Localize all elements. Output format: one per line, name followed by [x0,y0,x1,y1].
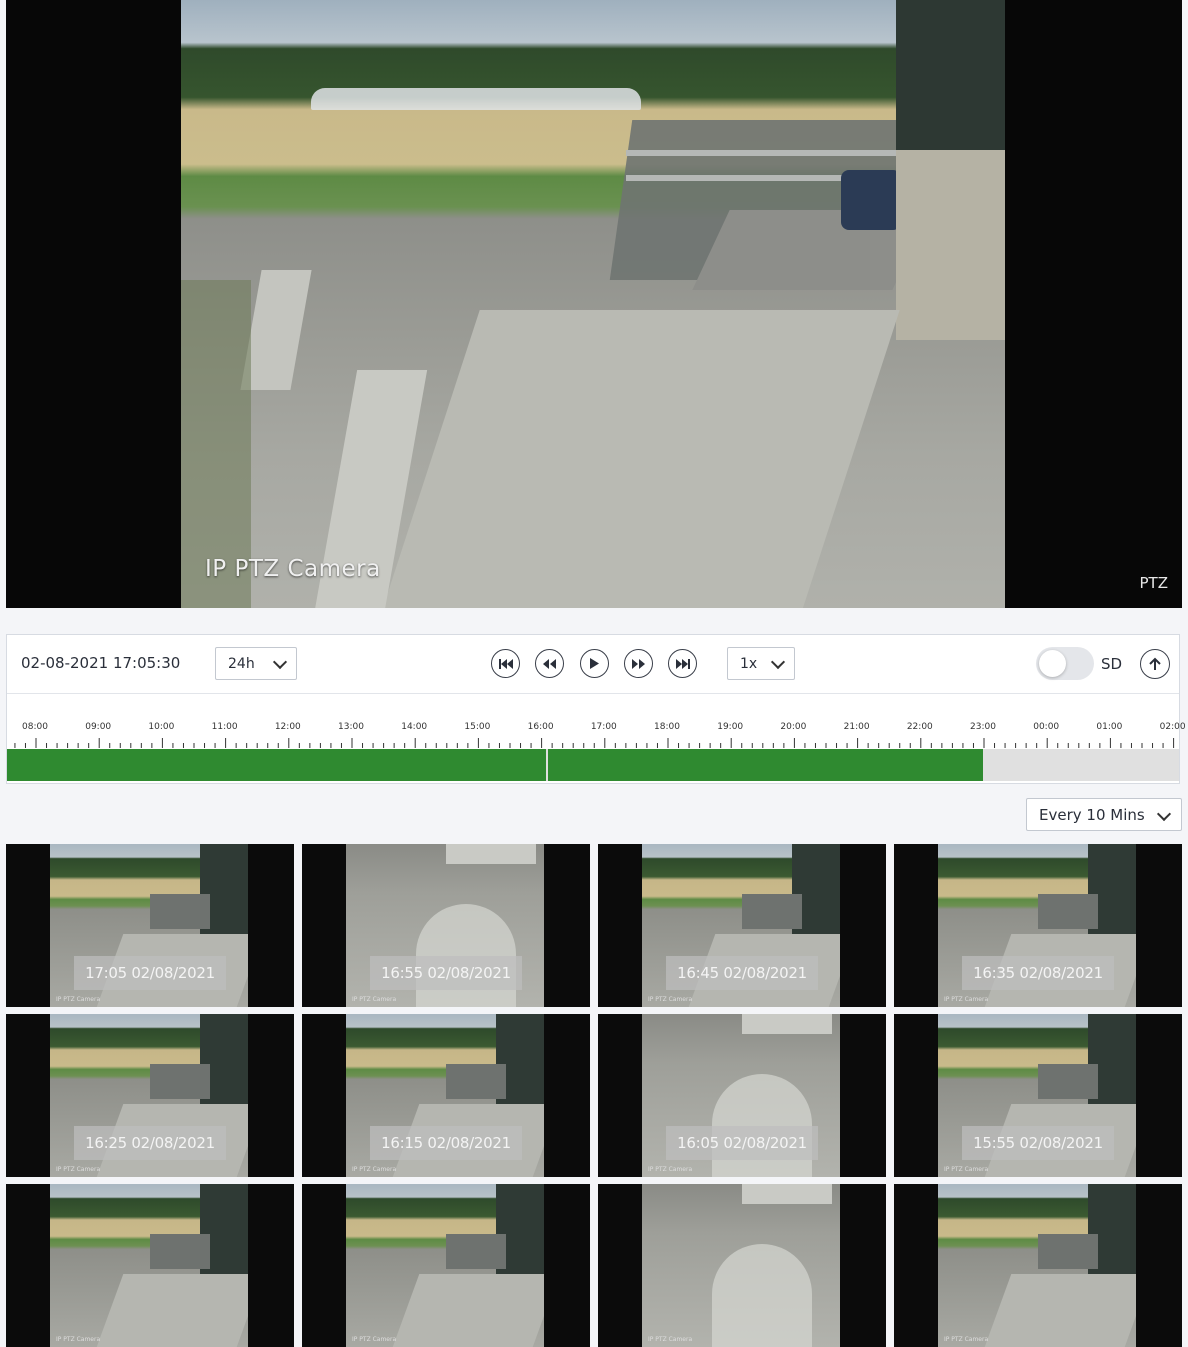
thumbnail-card[interactable]: IP PTZ Camera [894,1184,1182,1347]
control-row: 02-08-2021 17:05:30 24h 1x SD [7,635,1179,694]
thumbnail-timestamp: 16:45 02/08/2021 [666,956,818,990]
thumbnail-card[interactable]: IP PTZ Camera 16:25 02/08/2021 [6,1014,294,1177]
timeline-hour-label: 22:00 [906,722,933,732]
timeline-hour-label: 12:00 [274,722,301,732]
scroll-up-button[interactable] [1140,649,1170,679]
thumbnail-timestamp: 17:05 02/08/2021 [74,956,226,990]
quality-label: SD [1101,655,1123,673]
arrow-up-icon [1149,657,1161,670]
play-icon [590,658,599,669]
thumbnail-camera-label: IP PTZ Camera [56,1336,101,1343]
speed-select-value: 1x [740,655,758,672]
thumbnail-camera-label: IP PTZ Camera [648,1336,693,1343]
thumbnail-card[interactable]: IP PTZ Camera [6,1184,294,1347]
timeline-hour-label: 17:00 [590,722,617,732]
timeline-hour-label: 16:00 [527,722,554,732]
thumbnail-camera-label: IP PTZ Camera [944,996,989,1003]
thumbnail-camera-label: IP PTZ Camera [56,996,101,1003]
thumbnail-timestamp: 16:55 02/08/2021 [370,956,522,990]
timeline-hour-label: 02:00 [1159,722,1186,732]
current-datetime: 02-08-2021 17:05:30 [21,654,181,672]
timeline-hour-label: 19:00 [717,722,744,732]
thumbnail-card[interactable]: IP PTZ Camera 16:55 02/08/2021 [302,844,590,1007]
ptz-label[interactable]: PTZ [1140,574,1168,592]
skip-forward-icon [675,658,690,669]
toggle-knob [1039,650,1066,677]
timeline-hour-label: 09:00 [85,722,112,732]
video-frame [181,0,1005,608]
timeline-hour-label: 08:00 [22,722,48,732]
thumbnail-timestamp: 15:55 02/08/2021 [962,1126,1114,1160]
thumbnail-camera-label: IP PTZ Camera [944,1166,989,1173]
quality-toggle[interactable] [1036,647,1094,680]
recorded-segment[interactable] [548,749,983,781]
thumbnail-image [50,1184,248,1347]
thumbnail-camera-label: IP PTZ Camera [56,1166,101,1173]
thumbnail-card[interactable]: IP PTZ Camera 16:35 02/08/2021 [894,844,1182,1007]
fast-forward-button[interactable] [624,649,653,678]
interval-select-value: Every 10 Mins [1039,805,1145,824]
camera-name-overlay: IP PTZ Camera [205,556,381,582]
thumbnail-camera-label: IP PTZ Camera [648,996,693,1003]
skip-back-icon [498,658,513,669]
interval-select[interactable]: Every 10 Mins [1026,798,1182,831]
playback-controls: 02-08-2021 17:05:30 24h 1x SD 08:00 09:0… [6,634,1186,784]
timeline-ticks [14,738,1175,748]
thumbnail-image [346,1184,544,1347]
rewind-icon [543,658,556,669]
timeline-hour-label: 15:00 [464,722,491,732]
thumbnail-card[interactable]: IP PTZ Camera 15:55 02/08/2021 [894,1014,1182,1177]
thumbnail-card[interactable]: IP PTZ Camera [302,1184,590,1347]
skip-to-start-button[interactable] [491,649,520,678]
timeline-hour-label: 21:00 [843,722,870,732]
timeline-track[interactable] [7,749,1179,781]
timeline-hour-label: 00:00 [1033,722,1060,732]
timeline-hour-label: 13:00 [338,722,364,732]
thumbnail-card[interactable]: IP PTZ Camera 16:05 02/08/2021 [598,1014,886,1177]
chevron-down-icon [1156,806,1172,822]
skip-to-end-button[interactable] [668,649,697,678]
thumbnail-timestamp: 16:05 02/08/2021 [666,1126,818,1160]
thumbnail-image [938,1184,1136,1347]
chevron-down-icon [272,654,288,670]
thumbnail-image [642,1184,840,1347]
timeline[interactable]: 08:00 09:00 10:00 11:00 12:00 13:00 14:00 15:00… [7,694,1186,784]
rewind-button[interactable] [535,649,564,678]
thumbnail-card[interactable]: IP PTZ Camera 16:15 02/08/2021 [302,1014,590,1177]
recorded-segment[interactable] [7,749,546,781]
timeline-hour-label: 20:00 [780,722,807,732]
timeline-hour-label: 23:00 [970,722,996,732]
thumbnail-camera-label: IP PTZ Camera [352,1336,397,1343]
chevron-down-icon [770,654,786,670]
timeline-hour-label: 14:00 [401,722,428,732]
fast-forward-icon [632,658,645,669]
timeline-hour-label: 18:00 [654,722,680,732]
thumbnail-camera-label: IP PTZ Camera [352,1166,397,1173]
thumbnail-card[interactable]: IP PTZ Camera 17:05 02/08/2021 [6,844,294,1007]
thumbnail-grid: IP PTZ Camera 17:05 02/08/2021 IP PTZ Came… [6,844,1182,1347]
timeline-hour-label: 10:00 [148,722,175,732]
play-button[interactable] [580,649,609,678]
speed-select[interactable]: 1x [727,647,795,680]
thumbnail-camera-label: IP PTZ Camera [648,1166,693,1173]
range-select-value: 24h [228,655,255,672]
thumbnail-card[interactable]: IP PTZ Camera 16:45 02/08/2021 [598,844,886,1007]
timeline-hour-label: 11:00 [211,722,238,732]
timeline-hour-label: 01:00 [1096,722,1123,732]
range-select[interactable]: 24h [215,647,297,680]
video-player[interactable]: IP PTZ Camera PTZ [6,0,1182,608]
thumbnail-timestamp: 16:25 02/08/2021 [74,1126,226,1160]
thumbnail-timestamp: 16:15 02/08/2021 [370,1126,522,1160]
thumbnail-camera-label: IP PTZ Camera [944,1336,989,1343]
thumbnail-timestamp: 16:35 02/08/2021 [962,956,1114,990]
thumbnail-card[interactable]: IP PTZ Camera [598,1184,886,1347]
thumbnail-camera-label: IP PTZ Camera [352,996,397,1003]
